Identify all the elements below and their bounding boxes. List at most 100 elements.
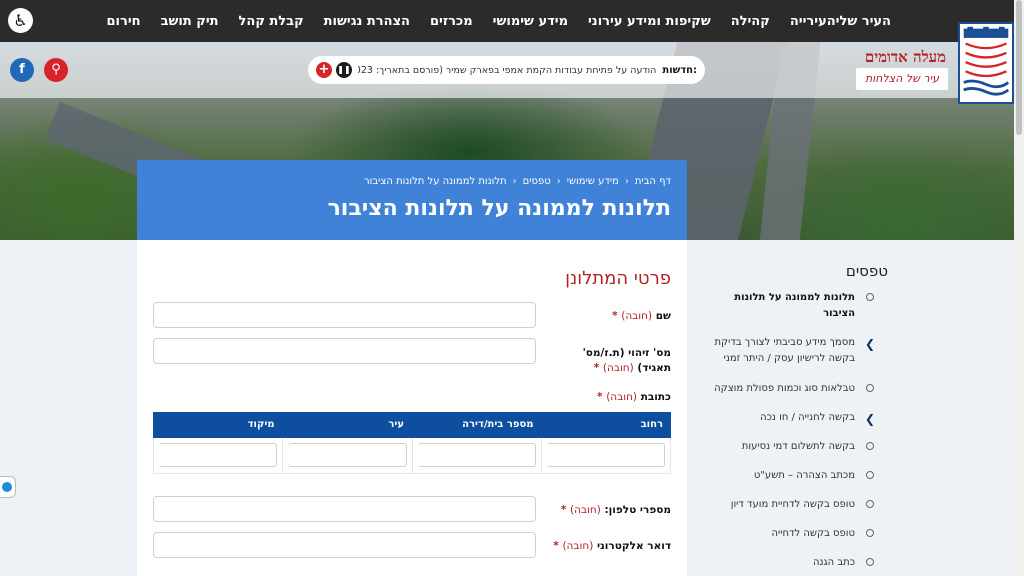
search-icon[interactable]: ⚲ — [44, 58, 68, 82]
column-city: עיר — [388, 419, 404, 430]
sidebar-item-label: מכתב הצהרה – תשע"ט — [753, 470, 855, 481]
scrollbar-thumb[interactable] — [1016, 0, 1022, 135]
name-field[interactable] — [153, 302, 536, 328]
zip-input[interactable] — [159, 443, 278, 467]
sidebar-item-defense-letter[interactable]: כתב הגנה — [713, 555, 875, 571]
sidebar-item-label: טבלאות סוג וכמות פסולת מוצקה — [714, 383, 855, 394]
address-table-header: רחוב מספר בית/דירה עיר מיקוד — [153, 412, 671, 438]
phone-field[interactable] — [153, 496, 536, 522]
sidebar-item-label: טופס בקשה לדחייה — [771, 528, 855, 539]
circle-bullet-icon — [866, 384, 874, 392]
sidebar-item-label: כתב הגנה — [812, 557, 855, 568]
sidebar-item-public-complaints[interactable]: תלונות לממונה על תלונות הציבור — [713, 290, 875, 322]
city-cell — [282, 438, 411, 473]
sidebar-forms-list: תלונות לממונה על תלונות הציבור ❯ מסמך מי… — [713, 290, 875, 571]
circle-bullet-icon — [866, 471, 874, 479]
name-label-text: שם — [655, 310, 671, 322]
city-logo[interactable] — [958, 22, 1014, 104]
top-navigation: ♿ העיר שלי העירייה קהילה שקיפות ומידע עי… — [0, 0, 1014, 42]
facebook-icon[interactable]: f — [10, 58, 34, 82]
nav-item-municipality[interactable]: העירייה — [790, 14, 836, 29]
breadcrumb-home[interactable]: דף הבית — [635, 176, 671, 187]
required-star: * — [553, 540, 559, 552]
nav-item-transparency[interactable]: שקיפות ומידע עירוני — [588, 14, 711, 29]
required-note: (חובה) — [621, 310, 653, 322]
nav-item-accessibility-statement[interactable]: הצהרת נגישות — [324, 14, 410, 29]
column-zip: מיקוד — [247, 419, 275, 430]
phone-label: מספרי טלפון: (חובה) * — [561, 504, 671, 516]
address-table-row — [153, 438, 671, 474]
city-name: מעלה אדומים — [864, 48, 946, 66]
page-scrollbar[interactable] — [1014, 0, 1024, 576]
nav-item-resident-file[interactable]: תיק תושב — [161, 14, 219, 29]
name-label: שם (חובה) * — [612, 310, 671, 322]
email-field[interactable] — [153, 532, 536, 558]
zip-cell — [154, 438, 282, 473]
column-street: רחוב — [640, 419, 663, 430]
sidebar-item-parking-request[interactable]: ❯ בקשה לחנייה / חו נכה — [713, 410, 875, 426]
circle-bullet-icon — [866, 293, 874, 301]
sidebar-item-label: טופס בקשה לדחיית מועד דיון — [730, 499, 855, 510]
city-input[interactable] — [288, 443, 407, 467]
chevron-left-icon: ‹ — [512, 176, 517, 187]
breadcrumb-forms[interactable]: טפסים — [523, 176, 551, 187]
nav-item-reception[interactable]: קבלת קהל — [239, 14, 304, 29]
nav-item-emergency[interactable]: חירום — [106, 14, 140, 29]
column-house-number: מספר בית/דירה — [462, 419, 534, 430]
circle-bullet-icon — [866, 558, 874, 566]
circle-bullet-icon — [866, 442, 874, 450]
nav-item-community[interactable]: קהילה — [731, 14, 770, 29]
house-number-input[interactable] — [417, 443, 536, 467]
city-emblem-icon — [960, 24, 1012, 102]
address-label-text: כתובת — [640, 391, 671, 403]
street-cell — [540, 438, 670, 473]
nav-item-my-city[interactable]: העיר שלי — [836, 14, 891, 29]
chevron-left-icon: ❯ — [864, 337, 875, 351]
main-menu: העיר שלי העירייה קהילה שקיפות ומידע עירו… — [86, 0, 891, 42]
sidebar-item-label: בקשה לחנייה / חו נכה — [760, 412, 855, 423]
required-star: * — [560, 504, 567, 516]
page-title: תלונות לממונה על תלונות הציבור — [327, 196, 671, 221]
email-label: דואר אלקטרוני (חובה) * — [553, 540, 671, 552]
plus-icon[interactable]: + — [316, 62, 332, 78]
required-star: * — [593, 362, 600, 374]
house-number-cell — [411, 438, 541, 473]
complaint-form: פרטי המתלונן שם (חובה) * מס' זיהוי (ת.ז/… — [137, 240, 687, 576]
remote-support-icon[interactable] — [0, 476, 16, 498]
sidebar-title: טפסים — [845, 262, 888, 280]
sidebar-item-hearing-postpone[interactable]: טופס בקשה לדחיית מועד דיון — [713, 497, 875, 513]
required-star: * — [597, 391, 603, 403]
id-field[interactable] — [153, 338, 536, 364]
email-label-text: דואר אלקטרוני — [596, 540, 671, 552]
breadcrumb-current: תלונות לממונה על תלונות הציבור — [364, 176, 507, 187]
city-slogan: עיר של הצלחות — [856, 68, 948, 90]
required-note: (חובה) — [562, 540, 594, 552]
sidebar-item-declaration-letter[interactable]: מכתב הצהרה – תשע"ט — [713, 468, 875, 484]
chevron-left-icon: ❯ — [864, 412, 875, 426]
form-heading: פרטי המתלונן — [565, 268, 671, 289]
required-star: * — [612, 310, 618, 322]
chevron-left-icon: ‹ — [556, 176, 561, 187]
id-label: מס' זיהוי (ת.ז/מס' תאגיד) (חובה) * — [561, 346, 671, 376]
sidebar-item-travel-refund[interactable]: בקשה לתשלום דמי נסיעות — [713, 439, 875, 455]
circle-bullet-icon — [866, 529, 874, 537]
sidebar-item-postpone-request[interactable]: טופס בקשה לדחייה — [713, 526, 875, 542]
circle-bullet-icon — [866, 500, 874, 508]
breadcrumb: דף הבית ‹ מידע שימושי ‹ טפסים ‹ תלונות ל… — [153, 176, 671, 187]
address-table: רחוב מספר בית/דירה עיר מיקוד — [153, 412, 671, 474]
sidebar-item-label: תלונות לממונה על תלונות הציבור — [734, 292, 855, 319]
nav-item-useful-info[interactable]: מידע שימושי — [493, 14, 568, 29]
sidebar-item-environmental-info[interactable]: ❯ מסמך מידע סביבתי לצורך בדיקת בקשה לריש… — [713, 335, 875, 367]
required-note: (חובה) — [602, 362, 634, 374]
sidebar-item-label: בקשה לתשלום דמי נסיעות — [741, 441, 855, 452]
news-label: חדשות: — [662, 64, 697, 76]
news-text[interactable]: הודעה על פתיחת עבודות הקמת אמפי בפארק שמ… — [358, 65, 656, 76]
pause-icon[interactable]: ❚❚ — [336, 62, 352, 78]
required-note: (חובה) — [606, 391, 638, 403]
news-ticker: + ❚❚ הודעה על פתיחת עבודות הקמת אמפי בפא… — [308, 56, 705, 84]
nav-item-tenders[interactable]: מכרזים — [430, 14, 473, 29]
breadcrumb-useful-info[interactable]: מידע שימושי — [567, 176, 619, 187]
sidebar-item-waste-tables[interactable]: טבלאות סוג וכמות פסולת מוצקה — [713, 381, 875, 397]
street-input[interactable] — [546, 443, 665, 467]
accessibility-icon[interactable]: ♿ — [8, 8, 33, 33]
